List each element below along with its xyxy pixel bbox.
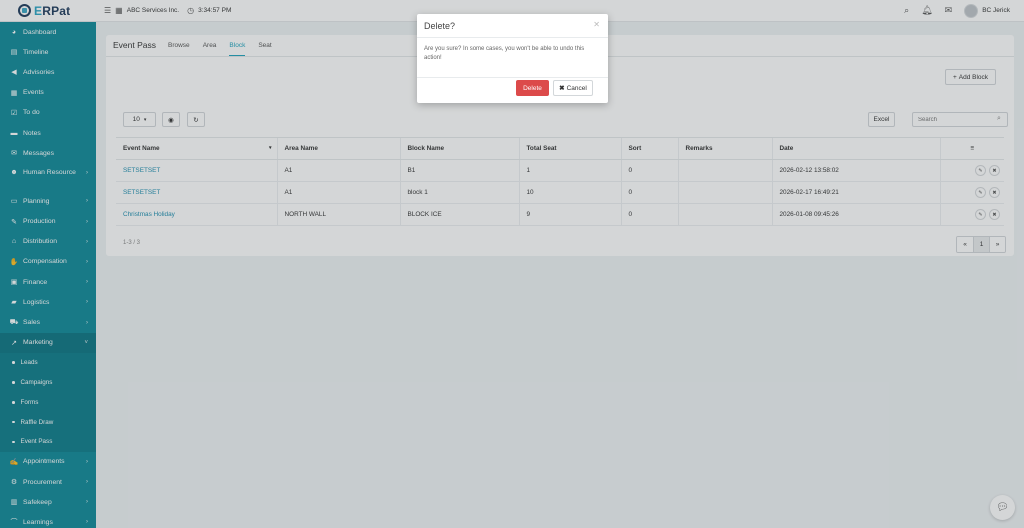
close-icon: ✖ bbox=[559, 85, 565, 92]
dialog-message: Are you sure? In some cases, you won't b… bbox=[417, 38, 608, 78]
dialog-footer: Delete ✖ Cancel bbox=[516, 80, 593, 96]
dialog-header: Delete? ✕ bbox=[417, 14, 608, 38]
close-icon[interactable]: ✕ bbox=[593, 20, 600, 29]
delete-button[interactable]: Delete bbox=[516, 80, 549, 96]
dialog-title: Delete? bbox=[424, 20, 456, 31]
delete-confirm-dialog: Delete? ✕ Are you sure? In some cases, y… bbox=[417, 14, 608, 103]
cancel-button[interactable]: ✖ Cancel bbox=[553, 80, 593, 96]
